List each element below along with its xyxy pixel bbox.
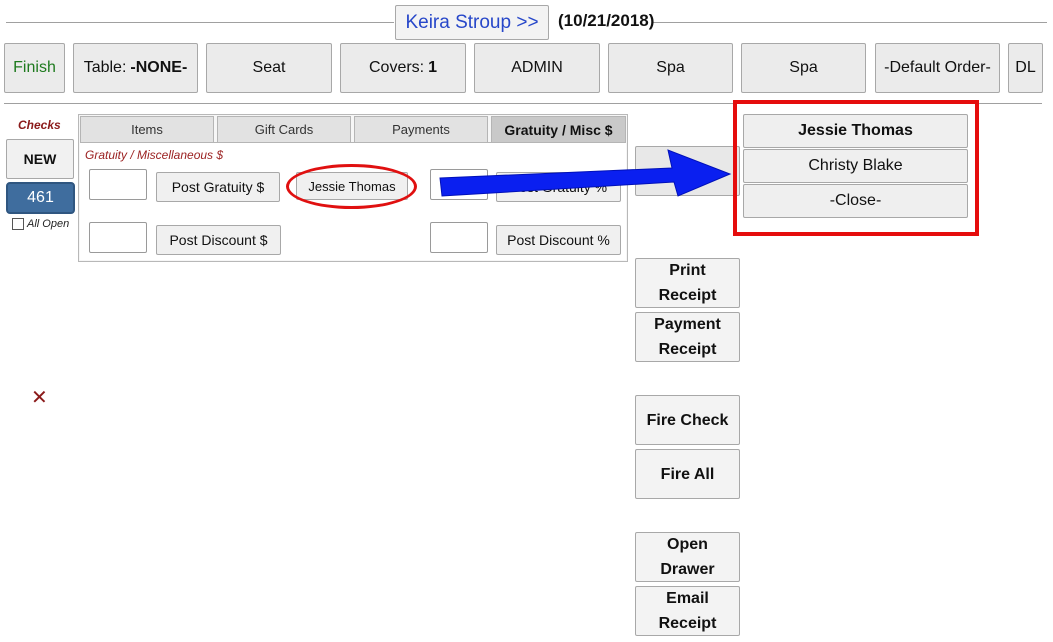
check-item-461[interactable]: 461 xyxy=(6,182,75,214)
open-drawer-button[interactable]: Open Drawer xyxy=(635,532,740,582)
print-receipt-line1: Print xyxy=(669,262,706,279)
blue-arrow-annotation xyxy=(439,149,732,197)
post-discount-amount-button[interactable]: Post Discount $ xyxy=(156,225,281,255)
email-receipt-line2: Receipt xyxy=(658,615,717,632)
email-receipt-button[interactable]: Email Receipt xyxy=(635,586,740,636)
highlight-box xyxy=(733,100,979,236)
delete-x-icon[interactable]: ✕ xyxy=(31,385,48,410)
fire-all-button[interactable]: Fire All xyxy=(635,449,740,499)
fire-check-button[interactable]: Fire Check xyxy=(635,395,740,445)
server-name-button[interactable]: Keira Stroup >> xyxy=(395,5,549,40)
admin-button[interactable]: ADMIN xyxy=(474,43,600,93)
tab-payments[interactable]: Payments xyxy=(354,116,488,142)
covers-value: 1 xyxy=(428,59,438,76)
spa-button-2[interactable]: Spa xyxy=(741,43,866,93)
highlight-ellipse xyxy=(286,164,417,209)
covers-button[interactable]: Covers: 1 xyxy=(340,43,466,93)
print-receipt-line2: Receipt xyxy=(658,287,717,304)
table-label: Table: xyxy=(83,59,127,76)
payment-receipt-line1: Payment xyxy=(654,316,721,333)
checkbox-icon[interactable] xyxy=(12,218,24,230)
dl-button[interactable]: DL xyxy=(1008,43,1043,93)
seat-button[interactable]: Seat xyxy=(206,43,332,93)
tab-gift-cards[interactable]: Gift Cards xyxy=(217,116,351,142)
discount-percent-input[interactable] xyxy=(430,222,488,253)
open-drawer-line2: Drawer xyxy=(660,561,715,578)
email-receipt-line1: Email xyxy=(666,590,709,607)
table-value: -NONE- xyxy=(130,59,188,76)
checks-label: Checks xyxy=(18,118,61,132)
all-open-toggle[interactable]: All Open xyxy=(12,218,69,230)
spa-button-1[interactable]: Spa xyxy=(608,43,733,93)
gratuity-amount-input[interactable] xyxy=(89,169,147,200)
new-check-button[interactable]: NEW xyxy=(6,139,74,179)
post-discount-percent-button[interactable]: Post Discount % xyxy=(496,225,621,255)
covers-label: Covers: xyxy=(368,59,425,76)
post-gratuity-amount-button[interactable]: Post Gratuity $ xyxy=(156,172,280,202)
payment-receipt-button[interactable]: Payment Receipt xyxy=(635,312,740,362)
section-label: Gratuity / Miscellaneous $ xyxy=(85,148,224,162)
print-receipt-button[interactable]: Print Receipt xyxy=(635,258,740,308)
open-drawer-line1: Open xyxy=(667,536,708,553)
default-order-button[interactable]: -Default Order- xyxy=(875,43,1000,93)
finish-button[interactable]: Finish xyxy=(4,43,65,93)
all-open-label: All Open xyxy=(27,218,70,230)
table-button[interactable]: Table: -NONE- xyxy=(73,43,198,93)
discount-amount-input[interactable] xyxy=(89,222,147,253)
payment-receipt-line2: Receipt xyxy=(658,341,717,358)
tab-items[interactable]: Items xyxy=(80,116,214,142)
tab-gratuity-misc[interactable]: Gratuity / Misc $ xyxy=(491,116,626,142)
header-date: (10/21/2018) xyxy=(558,11,655,30)
